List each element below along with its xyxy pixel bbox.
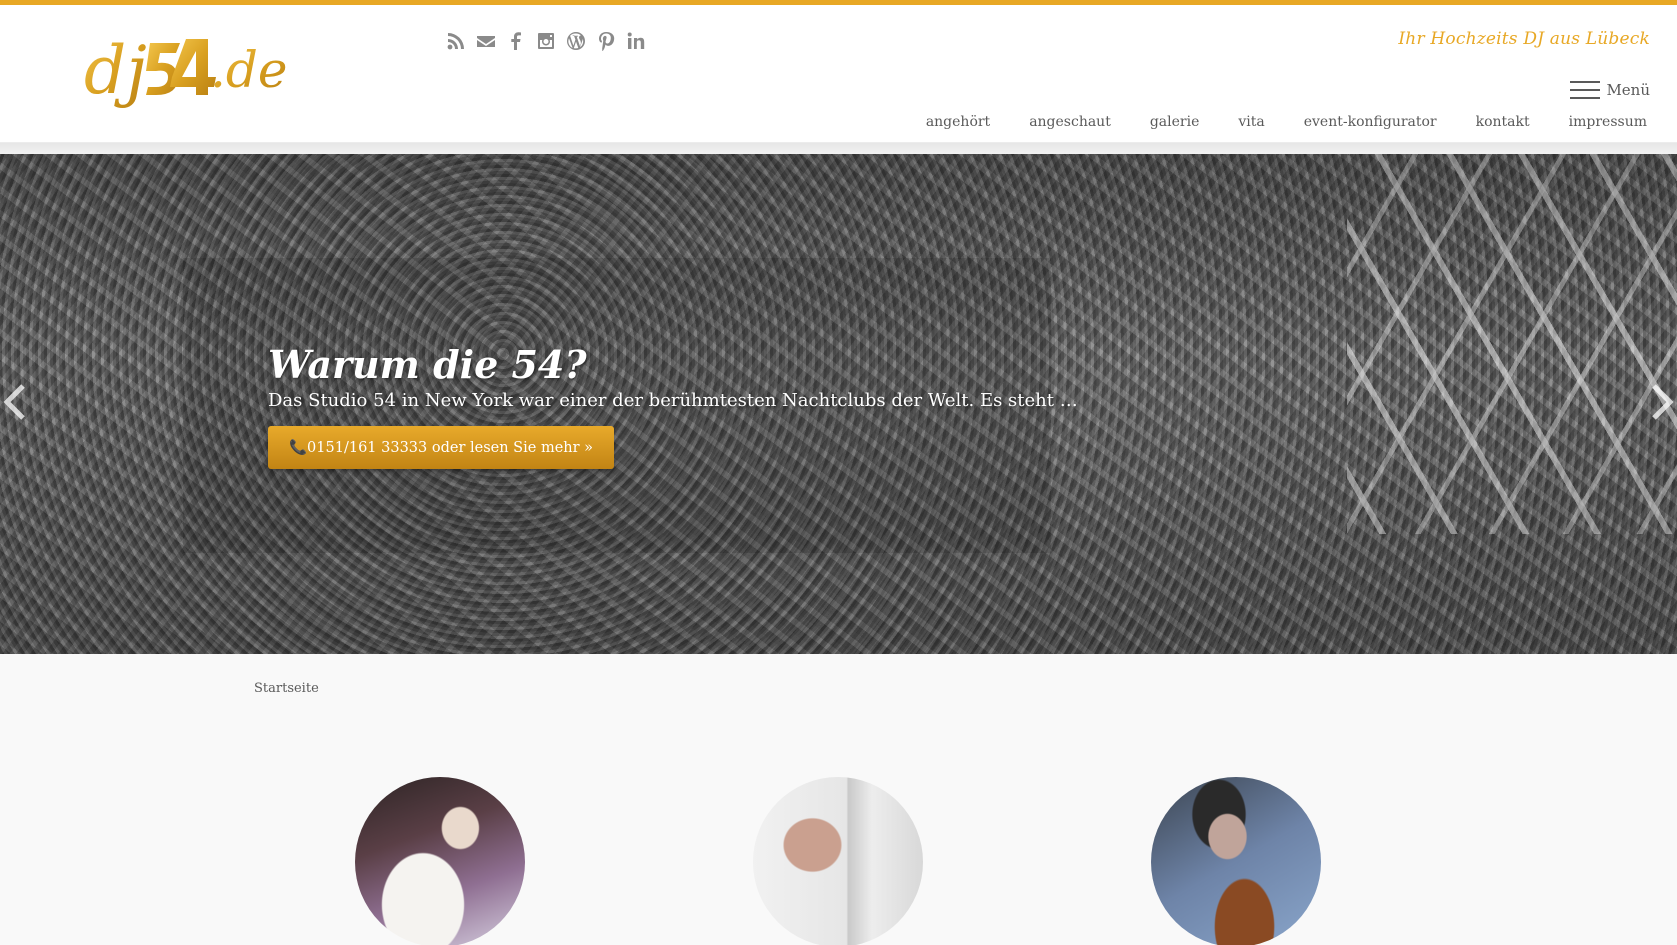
nav-item-galerie[interactable]: galerie <box>1150 114 1200 130</box>
breadcrumb: Startseite <box>254 681 319 696</box>
site-header: dj .de Ihr Hochzeits DJ aus Lübeck Menü … <box>0 5 1677 143</box>
featured-guitarist-image[interactable] <box>1151 777 1321 945</box>
nav-item-kontakt[interactable]: kontakt <box>1476 114 1530 130</box>
wordpress-icon[interactable] <box>565 29 587 53</box>
nav-item-event-konfigurator[interactable]: event-konfigurator <box>1304 114 1437 130</box>
slide-cta-button[interactable]: 📞0151/161 33333 oder lesen Sie mehr » <box>268 426 615 469</box>
slider-next-arrow-icon[interactable] <box>1652 382 1674 422</box>
slide-title: Warum die 54? <box>268 342 587 387</box>
breadcrumb-home: Startseite <box>254 681 319 696</box>
featured-wedding-image[interactable] <box>355 777 525 945</box>
nav-item-impressum[interactable]: impressum <box>1569 114 1647 130</box>
featured-card-image[interactable] <box>753 777 923 945</box>
nav-item-vita[interactable]: vita <box>1238 114 1264 130</box>
nav-item-angehoert[interactable]: angehört <box>926 114 990 130</box>
site-logo[interactable]: dj .de <box>84 15 304 123</box>
social-links <box>445 29 647 53</box>
svg-text:.de: .de <box>210 41 288 99</box>
menu-toggle-button[interactable]: Menü <box>1570 81 1650 99</box>
instagram-icon[interactable] <box>535 29 557 53</box>
facebook-icon[interactable] <box>505 29 527 53</box>
main-nav: angehört angeschaut galerie vita event-k… <box>926 114 1647 130</box>
hamburger-icon <box>1570 81 1601 99</box>
site-tagline: Ihr Hochzeits DJ aus Lübeck <box>1398 29 1650 49</box>
rss-icon[interactable] <box>445 29 467 53</box>
logo-graphic: dj .de <box>84 32 288 109</box>
svg-text:dj: dj <box>84 32 147 109</box>
hero-slider: Warum die 54? Das Studio 54 in New York … <box>0 154 1677 654</box>
slider-prev-arrow-icon[interactable] <box>3 382 25 422</box>
nav-item-angeschaut[interactable]: angeschaut <box>1029 114 1111 130</box>
slide-text: Das Studio 54 in New York war einer der … <box>268 390 1078 411</box>
linkedin-icon[interactable] <box>625 29 647 53</box>
mail-icon[interactable] <box>475 29 497 53</box>
menu-label: Menü <box>1606 81 1650 99</box>
header-shadow <box>0 143 1677 154</box>
pinterest-icon[interactable] <box>595 29 617 53</box>
